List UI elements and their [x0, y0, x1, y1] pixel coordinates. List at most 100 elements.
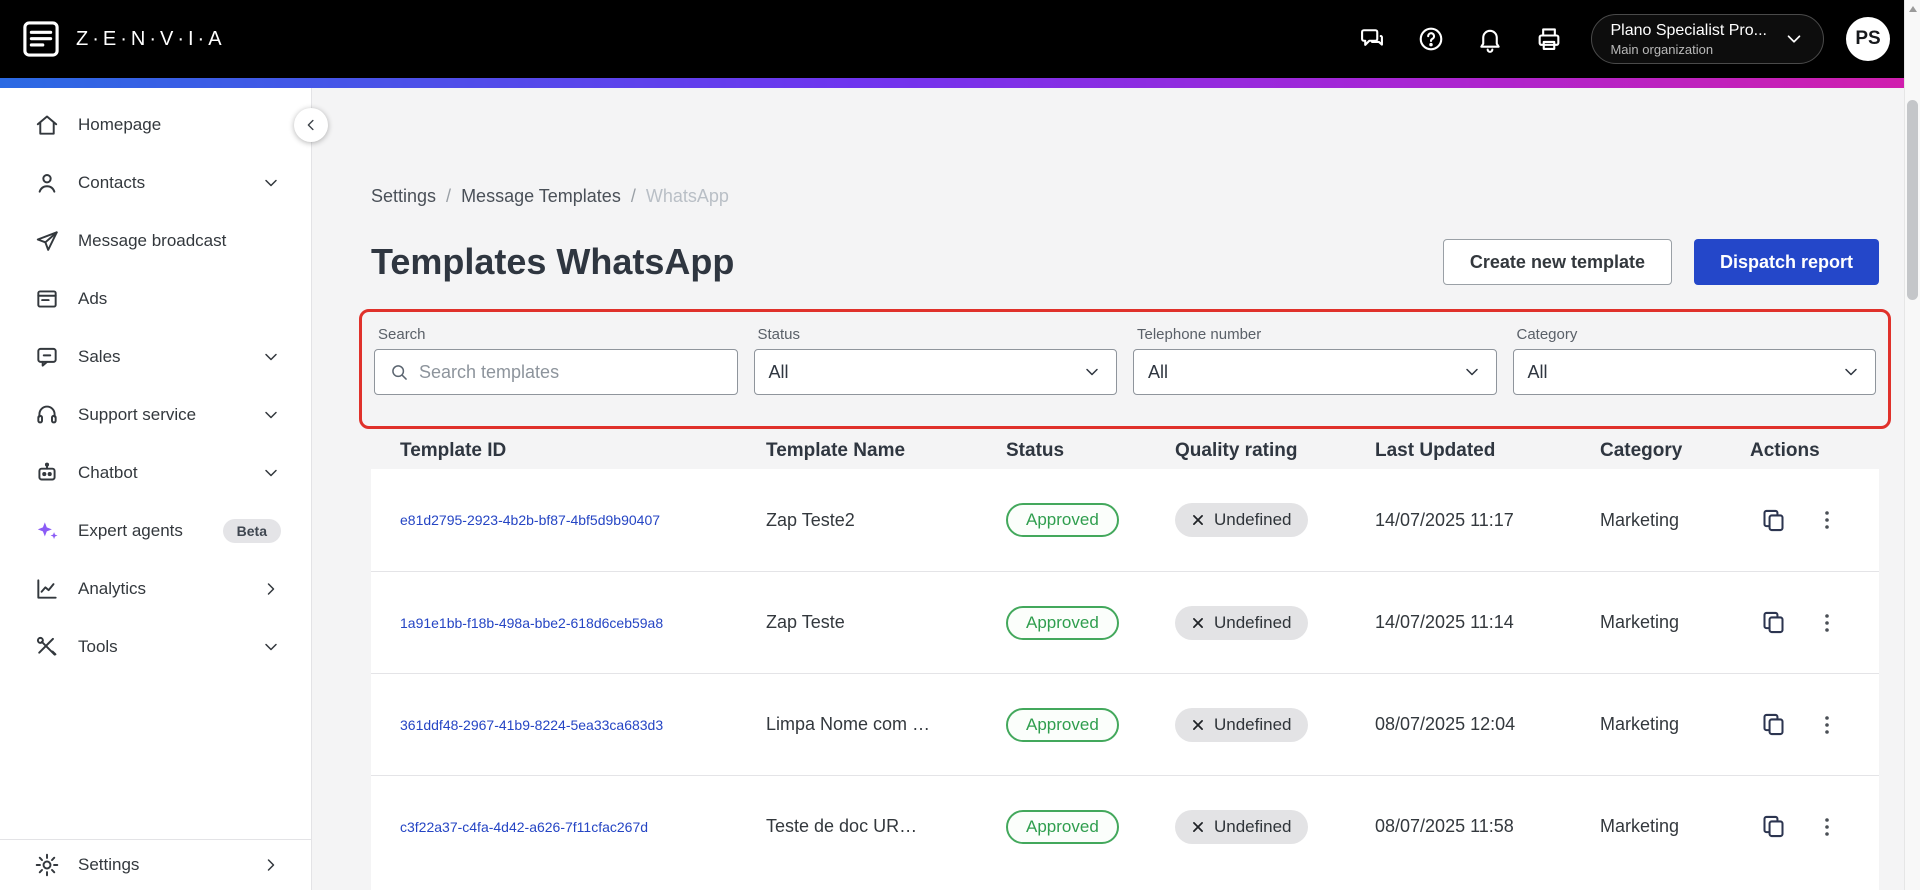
breadcrumb-separator: /	[446, 186, 452, 206]
sidebar-item-contacts[interactable]: Contacts	[0, 154, 311, 212]
quality-badge: Undefined	[1175, 809, 1308, 844]
app-window: Z·E·N·V·I·A Plano Specialist Pro... Main…	[0, 0, 1904, 890]
filter-status: Status All	[753, 326, 1117, 395]
kebab-menu-icon	[1825, 715, 1829, 734]
sidebar-item-label: Message broadcast	[78, 231, 227, 250]
chevron-right-icon	[267, 583, 275, 595]
main-content: Settings / Message Templates / WhatsApp …	[312, 88, 1904, 890]
more-options-button[interactable]	[1815, 815, 1839, 839]
sidebar-item-tools[interactable]: Tools	[0, 618, 311, 676]
copy-icon	[1763, 611, 1784, 634]
category-select[interactable]: All	[1512, 349, 1876, 395]
actions-cell	[1750, 813, 1879, 840]
copy-template-button[interactable]	[1760, 609, 1787, 636]
x-icon	[1193, 821, 1203, 832]
sidebar-item-sales[interactable]: Sales	[0, 328, 311, 386]
status-select-value: All	[768, 361, 789, 382]
zenvia-logo[interactable]: Z·E·N·V·I·A	[20, 18, 226, 60]
quality-cell: Undefined	[1175, 707, 1375, 742]
quality-badge-label: Undefined	[1214, 510, 1292, 529]
sidebar-item-support-service[interactable]: Support service	[0, 386, 311, 444]
headset-icon	[37, 405, 57, 424]
chevron-down-icon	[265, 411, 277, 419]
column-header-template-id: Template ID	[400, 440, 507, 461]
copy-icon	[1763, 815, 1784, 838]
telephone-number-label: Telephone number	[1137, 326, 1262, 343]
copy-template-button[interactable]	[1760, 711, 1787, 738]
kebab-menu-icon	[1825, 511, 1829, 529]
status-badge: Approved	[1006, 503, 1119, 537]
more-options-button[interactable]	[1815, 611, 1839, 635]
sidebar-item-expert-agents[interactable]: Expert agents Beta	[0, 502, 311, 560]
x-icon	[1193, 515, 1203, 525]
gear-icon	[35, 853, 59, 877]
category-value: Marketing	[1600, 612, 1680, 632]
copy-template-button[interactable]	[1760, 813, 1787, 840]
filters-highlight-annotation: Search Status All Telephone number	[359, 309, 1891, 429]
table-row: 1a91e1bb-f18b-498a-bbe2-618d6ceb59a8 Zap…	[371, 571, 1879, 673]
user-avatar[interactable]: PS	[1846, 17, 1890, 61]
column-header-status: Status	[1006, 440, 1065, 461]
brand-wordmark: Z·E·N·V·I·A	[76, 27, 226, 50]
kebab-menu-icon	[1825, 817, 1829, 836]
help-icon[interactable]	[1417, 25, 1445, 53]
filter-telephone-number: Telephone number All	[1133, 326, 1497, 395]
copy-icon	[1763, 509, 1784, 531]
sidebar-footer: Settings	[0, 839, 311, 890]
kebab-menu-icon	[1825, 613, 1829, 632]
page-scrollbar[interactable]	[1904, 0, 1920, 890]
status-select[interactable]: All	[753, 349, 1117, 395]
organization-selector[interactable]: Plano Specialist Pro... Main organizatio…	[1591, 14, 1824, 64]
scrollbar-up-arrow-icon[interactable]	[1909, 6, 1917, 12]
category-value: Marketing	[1600, 816, 1680, 836]
actions-cell	[1750, 711, 1879, 738]
quality-cell: Undefined	[1175, 503, 1375, 537]
more-options-button[interactable]	[1815, 508, 1839, 532]
breadcrumb-message-templates[interactable]: Message Templates	[461, 186, 621, 207]
page-title: Templates WhatsApp	[371, 241, 735, 282]
create-new-template-button[interactable]: Create new template	[1442, 239, 1672, 285]
status-cell: Approved	[1006, 809, 1175, 844]
chevron-down-icon	[265, 469, 277, 477]
template-name: Teste de doc UR…	[766, 816, 918, 836]
conversations-icon[interactable]	[1358, 25, 1386, 53]
sidebar-item-chatbot[interactable]: Chatbot	[0, 444, 311, 502]
actions-cell	[1750, 507, 1879, 534]
template-id-link[interactable]: c3f22a37-c4fa-4d42-a626-7f11cfac267d	[400, 819, 766, 835]
sidebar-item-message-broadcast[interactable]: Message broadcast	[0, 212, 311, 270]
category-select-value: All	[1527, 361, 1548, 382]
template-name: Zap Teste	[766, 612, 845, 632]
status-badge: Approved	[1006, 707, 1119, 742]
chevron-down-icon	[265, 353, 277, 361]
filter-category: Category All	[1512, 326, 1876, 395]
template-id-link[interactable]: 1a91e1bb-f18b-498a-bbe2-618d6ceb59a8	[400, 615, 766, 631]
breadcrumb-separator: /	[630, 186, 636, 206]
sidebar-item-homepage[interactable]: Homepage	[0, 96, 311, 154]
notifications-bell-icon[interactable]	[1476, 25, 1504, 53]
scrollbar-thumb[interactable]	[1907, 100, 1918, 300]
sidebar-item-settings[interactable]: Settings	[0, 840, 311, 890]
breadcrumb-settings[interactable]: Settings	[371, 186, 436, 207]
copy-template-button[interactable]	[1760, 507, 1787, 534]
more-options-button[interactable]	[1815, 713, 1839, 737]
chatbot-icon	[38, 462, 56, 481]
column-header-template-name: Template Name	[766, 440, 906, 461]
quality-badge: Undefined	[1175, 503, 1308, 537]
sparkles-icon	[37, 522, 58, 540]
sidebar-item-ads[interactable]: Ads	[0, 270, 311, 328]
category-value: Marketing	[1600, 714, 1680, 734]
top-bar-icons	[1358, 25, 1563, 53]
column-header-last-updated: Last Updated	[1375, 440, 1496, 461]
search-input[interactable]	[419, 361, 723, 383]
sidebar-collapse-button[interactable]	[294, 108, 328, 142]
printer-icon[interactable]	[1535, 25, 1563, 53]
dispatch-report-button[interactable]: Dispatch report	[1693, 239, 1879, 285]
chevron-right-icon	[267, 859, 275, 871]
template-id-link[interactable]: 361ddf48-2967-41b9-8224-5ea33ca683d3	[400, 717, 766, 733]
chevron-down-icon	[265, 643, 277, 651]
quality-badge: Undefined	[1175, 605, 1308, 640]
sidebar-item-analytics[interactable]: Analytics	[0, 560, 311, 618]
template-id-link[interactable]: e81d2795-2923-4b2b-bf87-4bf5d9b90407	[400, 512, 766, 528]
telephone-number-select[interactable]: All	[1133, 349, 1497, 395]
last-updated: 14/07/2025 11:14	[1375, 612, 1514, 632]
